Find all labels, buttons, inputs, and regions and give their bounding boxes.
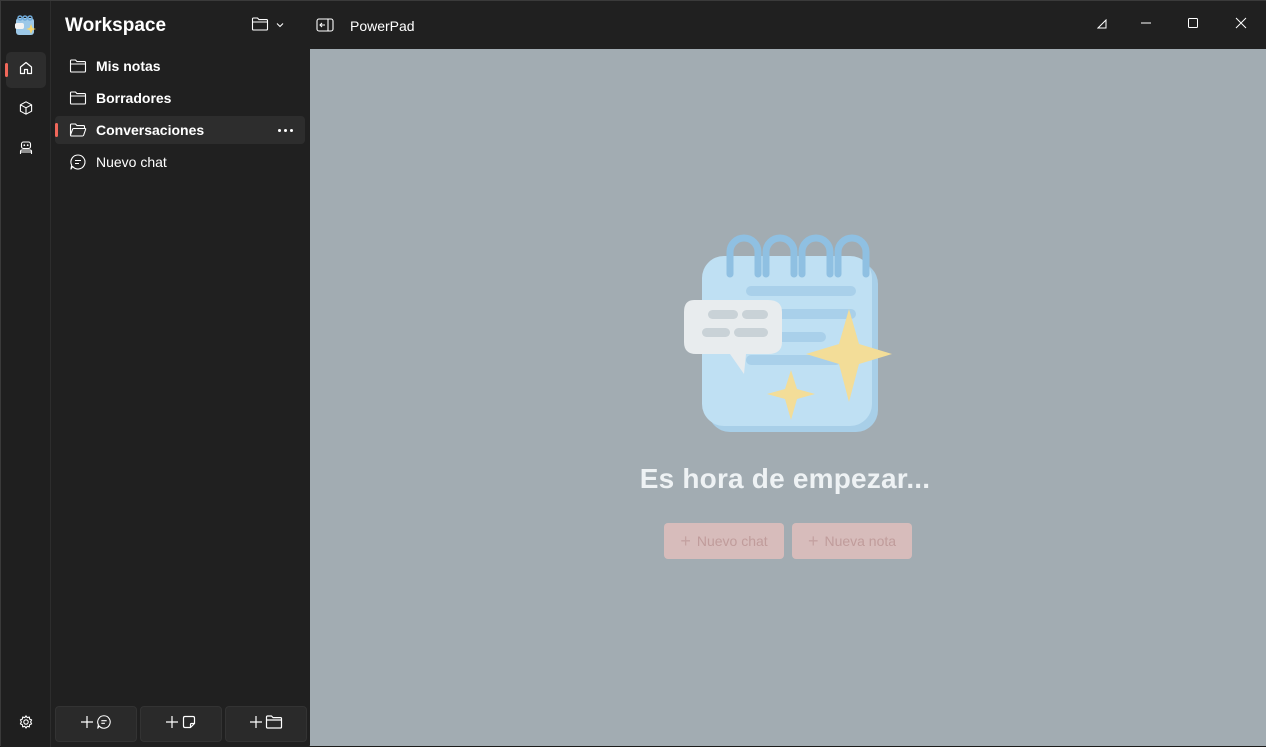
tree-item-label: Nuevo chat [96,154,167,170]
more-dot [289,128,293,132]
tree-item-borradores[interactable]: Borradores [55,84,305,112]
settings-button[interactable] [6,706,46,742]
folder-icon [69,57,87,75]
workspace-title: Workspace [65,15,167,36]
maximize-icon [1187,16,1199,34]
new-note-label: Nueva nota [824,533,897,549]
title-bar: PowerPad [309,1,1266,49]
nav-rail [1,1,51,747]
agents-nav-button[interactable] [6,132,46,168]
minimize-icon [1140,16,1152,34]
toggle-pane-button[interactable] [315,15,335,35]
folder-icon [69,89,87,107]
compact-overlay-button[interactable] [1090,13,1114,37]
folder-menu-button[interactable] [251,14,293,38]
app-window: Workspace Mis notas Borradores Conversac… [0,0,1266,747]
more-dot [277,128,281,132]
more-dot [283,128,287,132]
tree-item-conversaciones[interactable]: Conversaciones [55,116,305,144]
tree-item-label: Mis notas [96,58,161,74]
close-icon [1235,16,1247,34]
add-chat-button[interactable] [55,706,137,742]
workspace-sidebar: Workspace Mis notas Borradores Conversac… [51,1,309,747]
sidebar-actions [51,706,309,742]
cube-icon [18,100,34,121]
gear-icon [18,714,34,735]
plus-icon [249,715,263,734]
new-note-button[interactable]: + Nueva nota [792,523,912,559]
add-folder-button[interactable] [225,706,307,742]
bot-icon [18,140,34,161]
more-options-button[interactable] [275,120,295,140]
folder-open-icon [69,121,87,139]
window-title: PowerPad [350,18,415,34]
maximize-button[interactable] [1181,13,1205,37]
new-chat-button[interactable]: + Nuevo chat [664,523,784,559]
note-icon [181,714,197,735]
folder-icon [251,16,269,37]
main-content: Es hora de empezar... + Nuevo chat + Nue… [310,49,1266,746]
pane-toggle-icon [315,18,335,39]
minimize-button[interactable] [1134,13,1158,37]
models-nav-button[interactable] [6,92,46,128]
new-chat-label: Nuevo chat [696,533,768,549]
app-logo-icon [14,14,38,38]
plus-icon [165,715,179,734]
resize-corner-icon [1096,16,1107,34]
plus-icon: + [680,531,691,551]
tree-item-mis-notas[interactable]: Mis notas [55,52,305,80]
chat-icon [96,714,112,735]
plus-icon [80,715,94,734]
add-note-button[interactable] [140,706,222,742]
close-button[interactable] [1229,13,1253,37]
tree-item-label: Borradores [96,90,172,106]
home-icon [18,60,34,81]
tree-item-nuevo-chat[interactable]: Nuevo chat [55,148,305,176]
chat-icon [69,153,87,171]
notebook-illustration [682,234,897,439]
empty-state-heading: Es hora de empezar... [639,463,931,494]
plus-icon: + [807,531,819,551]
home-nav-button[interactable] [5,52,46,88]
folder-icon [265,714,283,735]
tree-item-label: Conversaciones [96,122,205,138]
chevron-down-icon [275,17,285,35]
